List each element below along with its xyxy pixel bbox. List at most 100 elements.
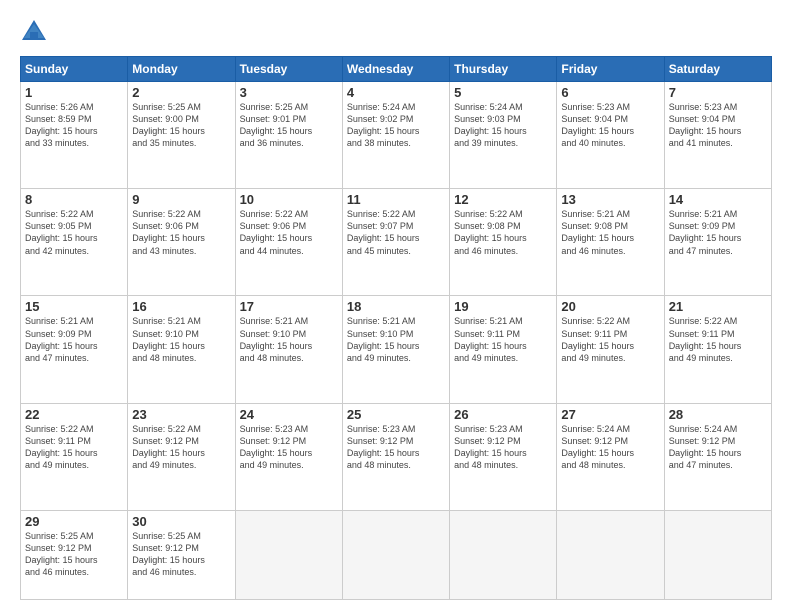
day-info: Sunrise: 5:25 AM Sunset: 9:01 PM Dayligh… <box>240 101 338 150</box>
day-number: 6 <box>561 85 659 100</box>
calendar-day: 10Sunrise: 5:22 AM Sunset: 9:06 PM Dayli… <box>235 189 342 296</box>
calendar-day: 29Sunrise: 5:25 AM Sunset: 9:12 PM Dayli… <box>21 510 128 599</box>
calendar-day: 26Sunrise: 5:23 AM Sunset: 9:12 PM Dayli… <box>450 403 557 510</box>
weekday-header: Wednesday <box>342 57 449 82</box>
day-number: 19 <box>454 299 552 314</box>
calendar-day: 21Sunrise: 5:22 AM Sunset: 9:11 PM Dayli… <box>664 296 771 403</box>
day-number: 27 <box>561 407 659 422</box>
weekday-header: Tuesday <box>235 57 342 82</box>
day-number: 20 <box>561 299 659 314</box>
calendar-day: 9Sunrise: 5:22 AM Sunset: 9:06 PM Daylig… <box>128 189 235 296</box>
day-info: Sunrise: 5:21 AM Sunset: 9:09 PM Dayligh… <box>669 208 767 257</box>
day-info: Sunrise: 5:22 AM Sunset: 9:05 PM Dayligh… <box>25 208 123 257</box>
calendar-empty-day <box>450 510 557 599</box>
calendar-week-row: 15Sunrise: 5:21 AM Sunset: 9:09 PM Dayli… <box>21 296 772 403</box>
calendar-week-row: 22Sunrise: 5:22 AM Sunset: 9:11 PM Dayli… <box>21 403 772 510</box>
day-number: 24 <box>240 407 338 422</box>
calendar-day: 7Sunrise: 5:23 AM Sunset: 9:04 PM Daylig… <box>664 82 771 189</box>
day-number: 13 <box>561 192 659 207</box>
day-number: 26 <box>454 407 552 422</box>
day-info: Sunrise: 5:23 AM Sunset: 9:12 PM Dayligh… <box>347 423 445 472</box>
day-info: Sunrise: 5:24 AM Sunset: 9:02 PM Dayligh… <box>347 101 445 150</box>
calendar-day: 27Sunrise: 5:24 AM Sunset: 9:12 PM Dayli… <box>557 403 664 510</box>
calendar-day: 2Sunrise: 5:25 AM Sunset: 9:00 PM Daylig… <box>128 82 235 189</box>
day-number: 25 <box>347 407 445 422</box>
day-info: Sunrise: 5:25 AM Sunset: 9:12 PM Dayligh… <box>132 530 230 579</box>
day-info: Sunrise: 5:21 AM Sunset: 9:10 PM Dayligh… <box>132 315 230 364</box>
calendar-table: SundayMondayTuesdayWednesdayThursdayFrid… <box>20 56 772 600</box>
day-number: 15 <box>25 299 123 314</box>
day-number: 21 <box>669 299 767 314</box>
calendar-day: 12Sunrise: 5:22 AM Sunset: 9:08 PM Dayli… <box>450 189 557 296</box>
day-info: Sunrise: 5:23 AM Sunset: 9:12 PM Dayligh… <box>454 423 552 472</box>
day-number: 3 <box>240 85 338 100</box>
day-info: Sunrise: 5:21 AM Sunset: 9:11 PM Dayligh… <box>454 315 552 364</box>
day-info: Sunrise: 5:23 AM Sunset: 9:04 PM Dayligh… <box>561 101 659 150</box>
day-info: Sunrise: 5:22 AM Sunset: 9:11 PM Dayligh… <box>561 315 659 364</box>
day-number: 8 <box>25 192 123 207</box>
weekday-header: Friday <box>557 57 664 82</box>
day-number: 7 <box>669 85 767 100</box>
calendar-day: 23Sunrise: 5:22 AM Sunset: 9:12 PM Dayli… <box>128 403 235 510</box>
day-info: Sunrise: 5:25 AM Sunset: 9:00 PM Dayligh… <box>132 101 230 150</box>
day-info: Sunrise: 5:22 AM Sunset: 9:06 PM Dayligh… <box>132 208 230 257</box>
day-info: Sunrise: 5:21 AM Sunset: 9:09 PM Dayligh… <box>25 315 123 364</box>
calendar-header-row: SundayMondayTuesdayWednesdayThursdayFrid… <box>21 57 772 82</box>
calendar-day: 20Sunrise: 5:22 AM Sunset: 9:11 PM Dayli… <box>557 296 664 403</box>
calendar-day: 16Sunrise: 5:21 AM Sunset: 9:10 PM Dayli… <box>128 296 235 403</box>
day-info: Sunrise: 5:22 AM Sunset: 9:11 PM Dayligh… <box>669 315 767 364</box>
calendar-day: 22Sunrise: 5:22 AM Sunset: 9:11 PM Dayli… <box>21 403 128 510</box>
calendar-empty-day <box>342 510 449 599</box>
day-number: 5 <box>454 85 552 100</box>
day-number: 23 <box>132 407 230 422</box>
day-info: Sunrise: 5:24 AM Sunset: 9:12 PM Dayligh… <box>669 423 767 472</box>
calendar-day: 19Sunrise: 5:21 AM Sunset: 9:11 PM Dayli… <box>450 296 557 403</box>
day-number: 10 <box>240 192 338 207</box>
calendar-day: 4Sunrise: 5:24 AM Sunset: 9:02 PM Daylig… <box>342 82 449 189</box>
day-info: Sunrise: 5:22 AM Sunset: 9:11 PM Dayligh… <box>25 423 123 472</box>
calendar-week-row: 8Sunrise: 5:22 AM Sunset: 9:05 PM Daylig… <box>21 189 772 296</box>
day-info: Sunrise: 5:26 AM Sunset: 8:59 PM Dayligh… <box>25 101 123 150</box>
calendar-day: 18Sunrise: 5:21 AM Sunset: 9:10 PM Dayli… <box>342 296 449 403</box>
weekday-header: Sunday <box>21 57 128 82</box>
weekday-header: Thursday <box>450 57 557 82</box>
day-number: 16 <box>132 299 230 314</box>
day-number: 9 <box>132 192 230 207</box>
calendar-day: 30Sunrise: 5:25 AM Sunset: 9:12 PM Dayli… <box>128 510 235 599</box>
day-number: 18 <box>347 299 445 314</box>
calendar-week-row: 29Sunrise: 5:25 AM Sunset: 9:12 PM Dayli… <box>21 510 772 599</box>
day-info: Sunrise: 5:22 AM Sunset: 9:08 PM Dayligh… <box>454 208 552 257</box>
day-number: 30 <box>132 514 230 529</box>
day-number: 11 <box>347 192 445 207</box>
day-info: Sunrise: 5:21 AM Sunset: 9:08 PM Dayligh… <box>561 208 659 257</box>
calendar-week-row: 1Sunrise: 5:26 AM Sunset: 8:59 PM Daylig… <box>21 82 772 189</box>
day-info: Sunrise: 5:21 AM Sunset: 9:10 PM Dayligh… <box>347 315 445 364</box>
calendar-day: 13Sunrise: 5:21 AM Sunset: 9:08 PM Dayli… <box>557 189 664 296</box>
day-number: 22 <box>25 407 123 422</box>
day-info: Sunrise: 5:23 AM Sunset: 9:04 PM Dayligh… <box>669 101 767 150</box>
day-info: Sunrise: 5:21 AM Sunset: 9:10 PM Dayligh… <box>240 315 338 364</box>
weekday-header: Monday <box>128 57 235 82</box>
day-info: Sunrise: 5:25 AM Sunset: 9:12 PM Dayligh… <box>25 530 123 579</box>
calendar-day: 14Sunrise: 5:21 AM Sunset: 9:09 PM Dayli… <box>664 189 771 296</box>
calendar-empty-day <box>664 510 771 599</box>
day-number: 1 <box>25 85 123 100</box>
calendar-day: 28Sunrise: 5:24 AM Sunset: 9:12 PM Dayli… <box>664 403 771 510</box>
calendar-day: 1Sunrise: 5:26 AM Sunset: 8:59 PM Daylig… <box>21 82 128 189</box>
calendar-day: 8Sunrise: 5:22 AM Sunset: 9:05 PM Daylig… <box>21 189 128 296</box>
calendar-day: 25Sunrise: 5:23 AM Sunset: 9:12 PM Dayli… <box>342 403 449 510</box>
day-info: Sunrise: 5:22 AM Sunset: 9:12 PM Dayligh… <box>132 423 230 472</box>
calendar-empty-day <box>557 510 664 599</box>
day-info: Sunrise: 5:23 AM Sunset: 9:12 PM Dayligh… <box>240 423 338 472</box>
day-info: Sunrise: 5:22 AM Sunset: 9:07 PM Dayligh… <box>347 208 445 257</box>
logo-icon <box>20 18 48 46</box>
calendar-day: 17Sunrise: 5:21 AM Sunset: 9:10 PM Dayli… <box>235 296 342 403</box>
day-number: 12 <box>454 192 552 207</box>
page: SundayMondayTuesdayWednesdayThursdayFrid… <box>0 0 792 612</box>
day-info: Sunrise: 5:24 AM Sunset: 9:03 PM Dayligh… <box>454 101 552 150</box>
day-number: 28 <box>669 407 767 422</box>
calendar-day: 24Sunrise: 5:23 AM Sunset: 9:12 PM Dayli… <box>235 403 342 510</box>
day-info: Sunrise: 5:24 AM Sunset: 9:12 PM Dayligh… <box>561 423 659 472</box>
day-number: 14 <box>669 192 767 207</box>
calendar-day: 6Sunrise: 5:23 AM Sunset: 9:04 PM Daylig… <box>557 82 664 189</box>
